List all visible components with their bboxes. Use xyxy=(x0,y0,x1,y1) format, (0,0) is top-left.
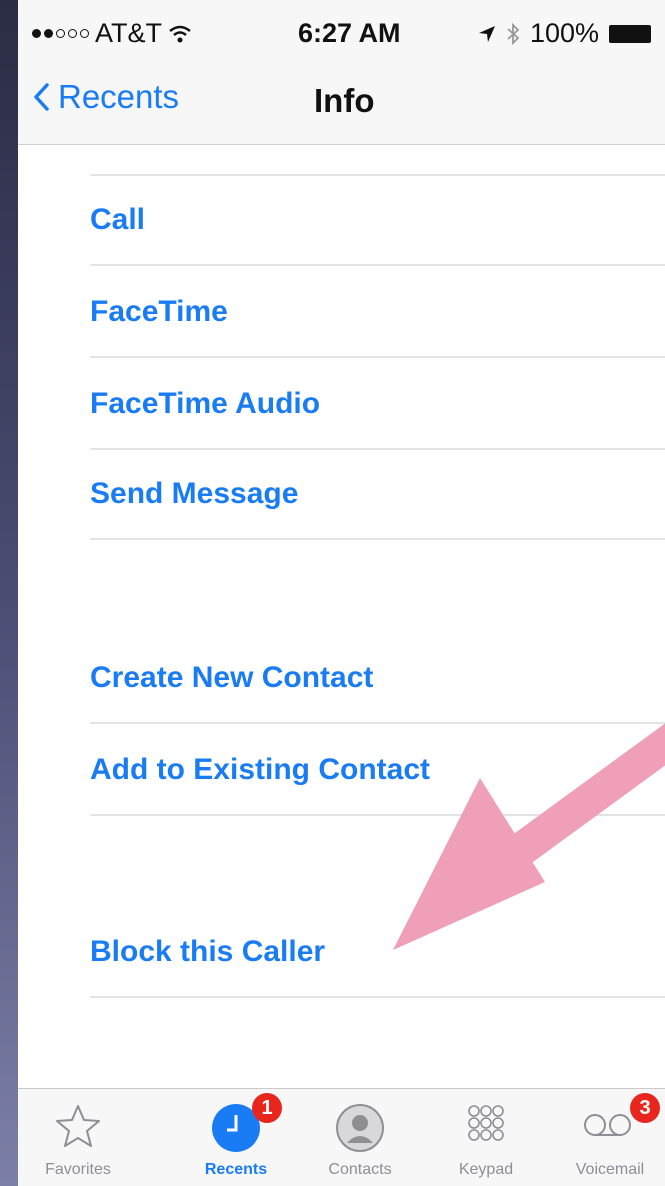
tab-recents-label: Recents xyxy=(204,1161,268,1178)
call-button[interactable]: Call xyxy=(90,180,665,260)
tab-contacts-label: Contacts xyxy=(328,1161,392,1178)
person-icon xyxy=(336,1104,384,1152)
status-time: 6:27 AM xyxy=(298,18,401,48)
block-caller-button[interactable]: Block this Caller xyxy=(90,912,665,992)
recents-badge: 1 xyxy=(252,1093,282,1123)
tab-favorites-label: Favorites xyxy=(45,1161,111,1178)
tab-bar: Favorites 1 Recents Contacts Keypad 3 Vo… xyxy=(18,1088,665,1186)
tab-favorites[interactable]: Favorites xyxy=(18,1089,138,1186)
send-message-label: Send Message xyxy=(90,477,299,510)
battery-percent: 100% xyxy=(530,18,600,48)
facetime-button[interactable]: FaceTime xyxy=(90,272,665,352)
divider xyxy=(90,538,665,540)
tab-keypad-label: Keypad xyxy=(458,1161,514,1178)
add-existing-contact-button[interactable]: Add to Existing Contact xyxy=(90,730,665,810)
create-contact-label: Create New Contact xyxy=(90,661,374,694)
facetime-label: FaceTime xyxy=(90,295,228,328)
carrier: AT&T xyxy=(32,18,192,49)
phone-screen: AT&T 6:27 AM 100% Recents Info Call Face… xyxy=(18,0,665,1186)
divider xyxy=(90,174,665,176)
divider xyxy=(90,814,665,816)
tab-recents[interactable]: 1 Recents xyxy=(176,1089,296,1186)
location-icon xyxy=(479,25,495,42)
page-title: Info xyxy=(314,82,375,119)
navigation-bar: Recents Info xyxy=(18,62,665,145)
chevron-left-icon xyxy=(34,83,49,111)
bluetooth-icon xyxy=(507,22,520,45)
divider xyxy=(90,996,665,998)
send-message-button[interactable]: Send Message xyxy=(90,454,665,534)
carrier-name: AT&T xyxy=(95,18,162,48)
status-right: 100% xyxy=(478,18,652,49)
back-button[interactable]: Recents xyxy=(32,78,179,116)
signal-icon xyxy=(32,29,89,38)
tab-contacts[interactable]: Contacts xyxy=(300,1089,420,1186)
voicemail-badge: 3 xyxy=(630,1093,660,1123)
facetime-audio-button[interactable]: FaceTime Audio xyxy=(90,364,665,444)
tab-voicemail[interactable]: 3 Voicemail xyxy=(550,1089,665,1186)
facetime-audio-label: FaceTime Audio xyxy=(90,387,321,420)
battery-icon xyxy=(609,24,652,43)
add-existing-label: Add to Existing Contact xyxy=(90,753,430,786)
tab-keypad[interactable]: Keypad xyxy=(426,1089,546,1186)
create-contact-button[interactable]: Create New Contact xyxy=(90,638,665,718)
back-label: Recents xyxy=(58,78,180,115)
divider xyxy=(90,448,665,450)
star-icon xyxy=(56,1105,100,1147)
tab-voicemail-label: Voicemail xyxy=(575,1161,645,1178)
divider xyxy=(90,264,665,266)
block-caller-label: Block this Caller xyxy=(90,935,326,968)
call-label: Call xyxy=(90,203,146,236)
status-bar: AT&T 6:27 AM 100% xyxy=(18,0,665,62)
keypad-icon xyxy=(468,1105,504,1141)
divider xyxy=(90,356,665,358)
divider xyxy=(90,722,665,724)
wifi-icon xyxy=(169,25,191,42)
